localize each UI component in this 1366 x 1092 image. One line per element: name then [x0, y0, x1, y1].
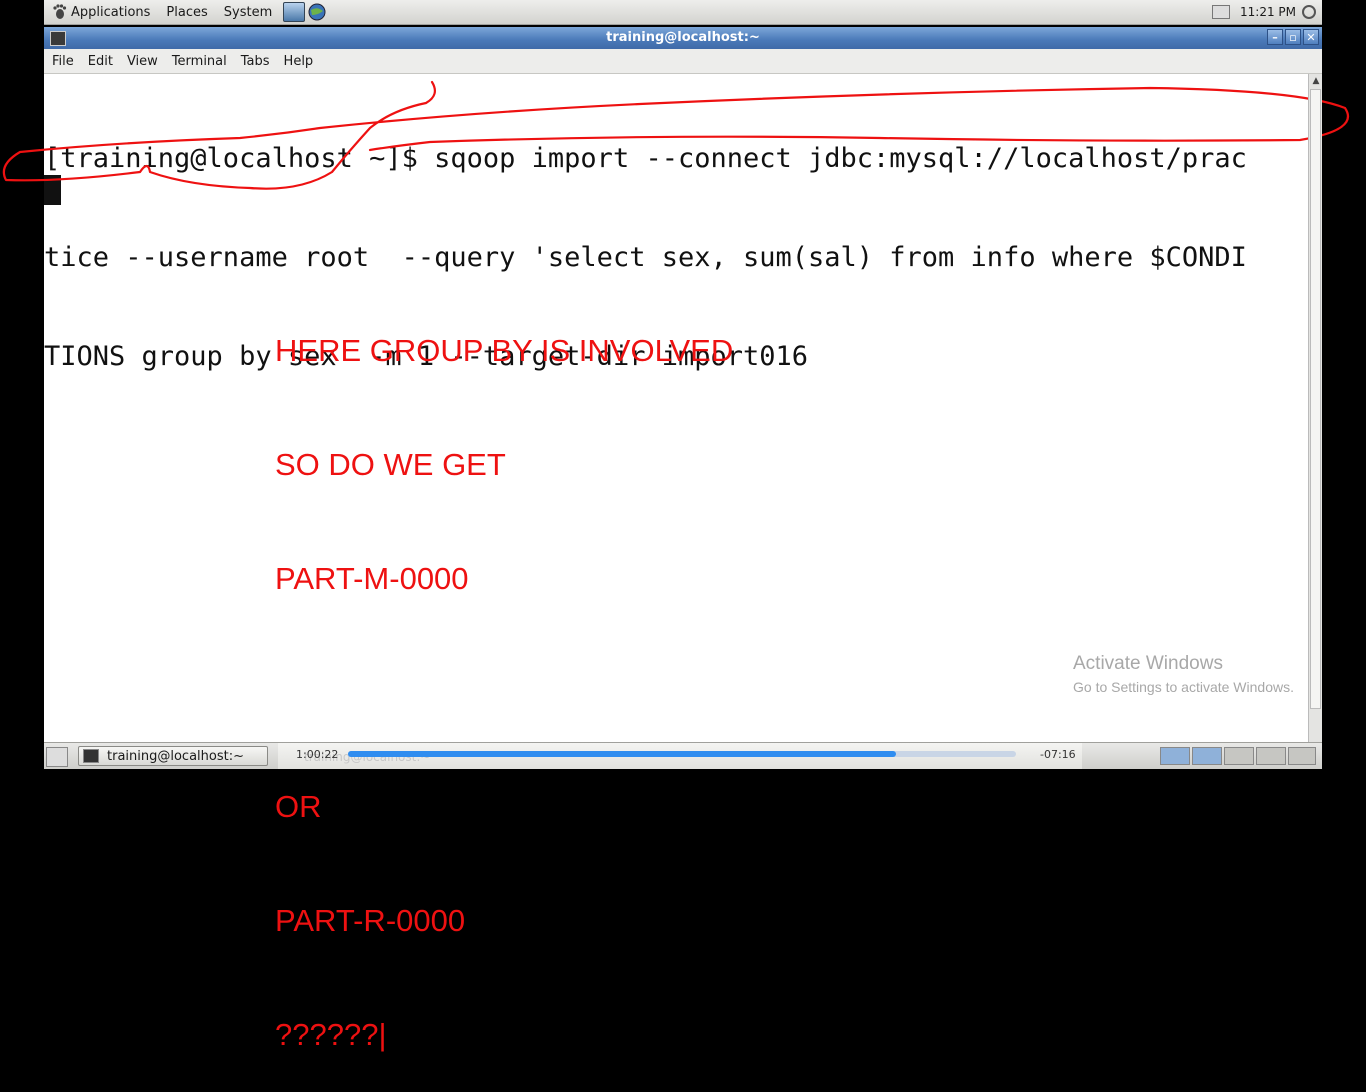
activate-windows-subtitle: Go to Settings to activate Windows.: [1073, 679, 1294, 695]
workspace-3[interactable]: [1224, 747, 1254, 765]
workspace-1[interactable]: [1160, 747, 1190, 765]
seek-bar[interactable]: [348, 751, 1016, 757]
system-menu-label: System: [223, 4, 273, 20]
workspace-4[interactable]: [1256, 747, 1286, 765]
menu-tabs[interactable]: Tabs: [241, 54, 270, 69]
taskbar-terminal-label: training@localhost:~: [107, 748, 244, 764]
annotation-line: SO DO WE GET: [275, 447, 506, 482]
taskbar-terminal-button[interactable]: training@localhost:~: [78, 746, 268, 766]
file-manager-launcher-icon[interactable]: [283, 2, 306, 22]
scroll-thumb[interactable]: [1310, 89, 1321, 709]
applications-menu[interactable]: Applications: [50, 3, 153, 21]
places-menu-label: Places: [166, 4, 208, 20]
menu-terminal[interactable]: Terminal: [172, 54, 227, 69]
panel-tray: 11:21 PM: [1212, 0, 1316, 24]
applications-menu-label: Applications: [71, 4, 151, 20]
window-title: training@localhost:~: [606, 30, 760, 45]
annotation-line: OR: [275, 789, 322, 824]
show-desktop-icon[interactable]: [46, 747, 68, 767]
window-controls: – ▫ ✕: [1267, 29, 1319, 45]
remaining-time: -07:16: [1040, 748, 1076, 761]
elapsed-time: 1:00:22: [296, 748, 339, 761]
menu-view[interactable]: View: [127, 54, 158, 69]
minimize-button[interactable]: –: [1267, 29, 1283, 45]
annotation-line: HERE GROUP BY IS INVOLVED: [275, 333, 734, 368]
menu-help[interactable]: Help: [284, 54, 314, 69]
terminal-scrollbar[interactable]: ▲: [1308, 74, 1322, 742]
scroll-up-arrow-icon[interactable]: ▲: [1310, 74, 1322, 88]
system-menu[interactable]: System: [221, 5, 275, 20]
terminal-cursor: [44, 175, 61, 205]
workspace-2[interactable]: [1192, 747, 1222, 765]
volume-icon[interactable]: [1302, 5, 1316, 19]
seek-bar-fill: [348, 751, 896, 757]
annotation-line: ??????|: [275, 1017, 387, 1052]
network-icon[interactable]: [1212, 5, 1230, 19]
annotation-line: PART-R-0000: [275, 903, 466, 938]
places-menu[interactable]: Places: [163, 5, 210, 20]
bottom-panel: training@localhost:~ training@localhost:…: [44, 742, 1322, 769]
annotation-line: PART-M-0000: [275, 561, 469, 596]
menu-file[interactable]: File: [52, 54, 74, 69]
terminal-line: [training@localhost ~]$ sqoop import --c…: [44, 143, 1247, 174]
annotation-line: [275, 674, 733, 712]
workspace-5[interactable]: [1288, 747, 1316, 765]
top-panel: Applications Places System 11:21 PM: [44, 0, 1322, 25]
activate-windows-watermark: Activate Windows Go to Settings to activ…: [1073, 653, 1294, 695]
window-titlebar[interactable]: training@localhost:~ – ▫ ✕: [44, 27, 1322, 49]
red-annotation-text: HERE GROUP BY IS INVOLVED SO DO WE GET P…: [275, 256, 733, 1092]
web-browser-launcher-icon[interactable]: [308, 3, 326, 21]
terminal-menubar: File Edit View Terminal Tabs Help: [44, 49, 1322, 74]
menu-edit[interactable]: Edit: [88, 54, 113, 69]
activate-windows-title: Activate Windows: [1073, 653, 1223, 674]
gnome-foot-icon: [53, 4, 67, 19]
close-button[interactable]: ✕: [1303, 29, 1319, 45]
terminal-task-icon: [83, 749, 99, 763]
video-player-bar: training@localhost:~ 1:00:22 -07:16: [278, 743, 1082, 769]
clock[interactable]: 11:21 PM: [1240, 5, 1296, 19]
maximize-button[interactable]: ▫: [1285, 29, 1301, 45]
